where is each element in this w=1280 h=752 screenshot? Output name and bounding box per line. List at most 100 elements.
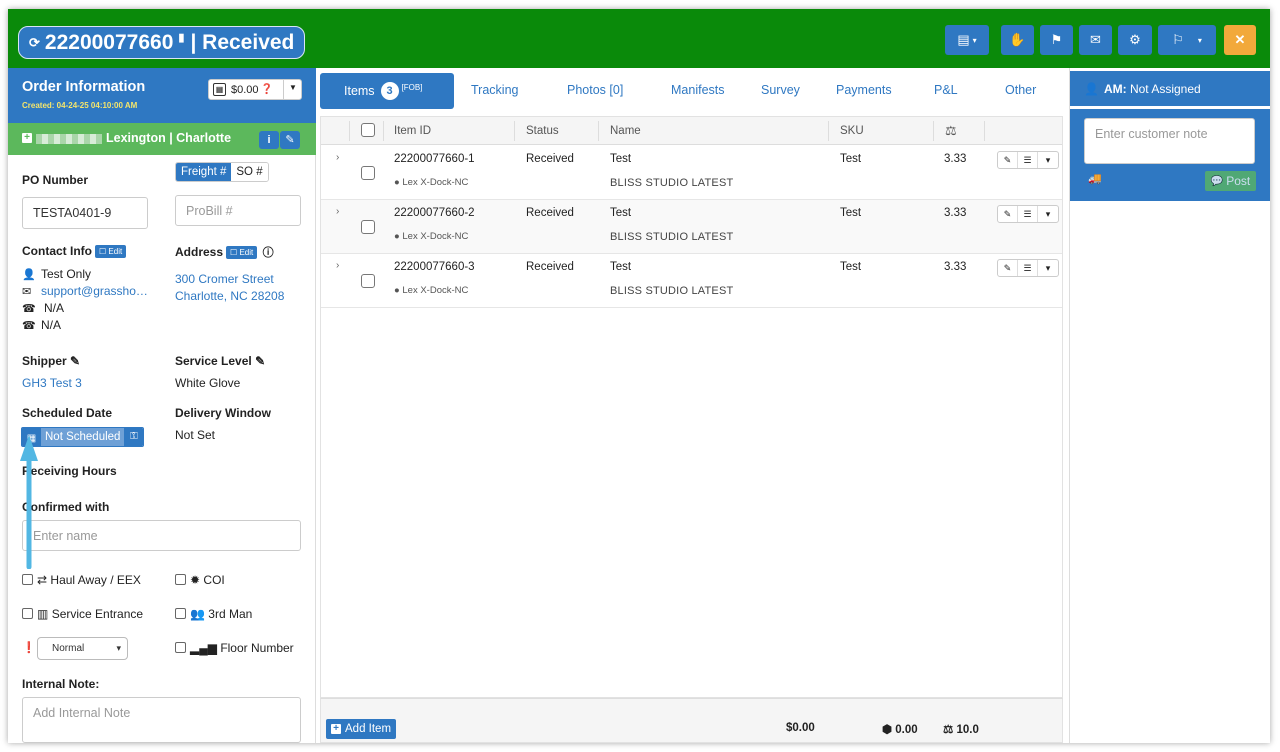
haul-away-checkbox[interactable] [22, 574, 33, 585]
phone1-value: N/A [44, 301, 65, 315]
row-checkbox[interactable] [361, 220, 375, 234]
table-row[interactable]: › 22200077660-1 ● Lex X-Dock-NC Received… [321, 146, 1062, 200]
post-button[interactable]: 💬 Post [1205, 171, 1256, 191]
expand-row-icon[interactable]: › [336, 206, 339, 217]
phone1-row: ☎ N/A [22, 301, 64, 315]
document-dropdown-button[interactable]: ▤ ▾ [945, 25, 989, 55]
customer-note-input[interactable]: Enter customer note [1084, 118, 1255, 164]
account-manager-header: 👤 AM: Not Assigned [1070, 71, 1270, 106]
signal-icon: ▂▄▆ [190, 641, 217, 655]
tab-other[interactable]: Other [1005, 83, 1036, 97]
chevron-down-icon[interactable]: ▾ [1038, 152, 1058, 168]
chevron-down-icon: ▾ [972, 35, 977, 45]
edit-customer-button[interactable]: ✎ [280, 131, 300, 149]
order-info-title: Order Information [22, 79, 146, 95]
table-row[interactable]: › 22200077660-3 ● Lex X-Dock-NC Received… [321, 254, 1062, 308]
edit-icon[interactable]: ✎ [70, 354, 80, 368]
priority-value: Normal [52, 643, 85, 654]
expand-row-icon[interactable]: › [336, 152, 339, 163]
item-description: BLISS STUDIO LATEST [610, 285, 734, 297]
map-marker-icon: ● [394, 231, 400, 242]
item-sku: Test [840, 261, 862, 273]
key-icon[interactable]: ⚿ [124, 428, 144, 446]
edit-icon[interactable]: ✎ [998, 206, 1018, 222]
map-marker-icon: ● [394, 177, 400, 188]
row-actions[interactable]: ✎ ☰ ▾ [997, 259, 1059, 277]
edit-contact-button[interactable]: ☐ Edit [95, 245, 127, 259]
edit-icon[interactable]: ✎ [998, 260, 1018, 276]
internal-note-textarea[interactable]: Add Internal Note [22, 697, 301, 743]
truck-icon[interactable]: 🚚 [1088, 172, 1102, 185]
row-actions[interactable]: ✎ ☰ ▾ [997, 151, 1059, 169]
service-entrance-checkbox[interactable] [22, 608, 33, 619]
row-checkbox[interactable] [361, 166, 375, 180]
item-weight: 3.33 [944, 261, 967, 273]
close-button[interactable]: ✕ [1224, 25, 1256, 55]
freight-so-toggle[interactable]: Freight # SO # [175, 162, 269, 182]
coi-label: ✹ COI [190, 573, 225, 587]
column-item-id[interactable]: Item ID [394, 125, 431, 137]
table-footer: + Add Item $0.00 ⬢ 0.00 ⚖ 10.0 [320, 698, 1063, 743]
po-number-input[interactable]: TESTA0401-9 [22, 197, 148, 229]
flag-button[interactable]: ⚑ [1040, 25, 1073, 55]
item-location: ● Lex X-Dock-NC [394, 285, 469, 296]
list-icon[interactable]: ☰ [1018, 260, 1038, 276]
email-button[interactable]: ✉ [1079, 25, 1112, 55]
expand-row-icon[interactable]: › [336, 260, 339, 271]
row-checkbox[interactable] [361, 274, 375, 288]
amount-value: $0.00 [231, 83, 259, 96]
address-line2[interactable]: Charlotte, NC 28208 [175, 289, 284, 303]
total-weight: ⚖ 10.0 [943, 724, 979, 736]
list-icon[interactable]: ☰ [1018, 206, 1038, 222]
table-row[interactable]: › 22200077660-2 ● Lex X-Dock-NC Received… [321, 200, 1062, 254]
column-status[interactable]: Status [526, 125, 559, 137]
third-man-label: 👥 3rd Man [190, 607, 253, 621]
address-line1[interactable]: 300 Cromer Street [175, 272, 274, 286]
probill-input[interactable]: ProBill # [175, 195, 301, 226]
so-toggle[interactable]: SO # [231, 163, 268, 181]
chevron-down-icon: ▼ [289, 83, 297, 92]
shipper-value[interactable]: GH3 Test 3 [22, 376, 82, 390]
row-actions[interactable]: ✎ ☰ ▾ [997, 205, 1059, 223]
balance-scale-icon[interactable]: ⚖ [945, 123, 957, 139]
settings-button[interactable]: ⚙ [1118, 25, 1152, 55]
gear-icon: ⚙ [1129, 32, 1141, 47]
order-status-pill[interactable]: ⟳ 22200077660 ▮ | Received [18, 26, 306, 59]
sync-icon[interactable]: ⟳ [29, 35, 40, 51]
tab-items[interactable]: Items 3 [FOB] [320, 73, 454, 109]
amount-dropdown[interactable]: ▦ $0.00 ❓ ▼ [208, 79, 302, 100]
add-item-button[interactable]: + Add Item [326, 719, 397, 739]
column-name[interactable]: Name [610, 125, 641, 137]
copy-icon[interactable]: ▮ [178, 31, 184, 44]
expand-icon[interactable]: + [22, 133, 32, 143]
contact-email[interactable]: support@grassho… [41, 284, 148, 298]
chevron-down-icon[interactable]: ▾ [1038, 206, 1058, 222]
edit-address-button[interactable]: ☐ Edit [226, 246, 258, 260]
phone2-value: N/A [41, 318, 62, 332]
hand-button[interactable]: ✋ [1001, 25, 1034, 55]
confirmed-with-input[interactable]: Enter name [22, 520, 301, 551]
workflow-dropdown-button[interactable]: ⚐ ▾ [1158, 25, 1216, 55]
tab-photos[interactable]: Photos [0] [567, 83, 623, 97]
third-man-checkbox[interactable] [175, 608, 186, 619]
order-info-header: Order Information Created: 04-24-25 04:1… [8, 68, 316, 123]
tab-tracking[interactable]: Tracking [471, 83, 518, 97]
floor-number-checkbox[interactable] [175, 642, 186, 653]
tab-pl[interactable]: P&L [934, 83, 958, 97]
chevron-down-icon[interactable]: ▾ [1038, 260, 1058, 276]
tab-payments[interactable]: Payments [836, 83, 892, 97]
select-all-checkbox[interactable] [361, 123, 375, 137]
info-button[interactable]: i [259, 131, 279, 149]
tab-survey[interactable]: Survey [761, 83, 800, 97]
column-sku[interactable]: SKU [840, 125, 864, 137]
items-table: Item ID Status Name SKU ⚖ › 22200077660-… [320, 116, 1063, 698]
tab-manifests[interactable]: Manifests [671, 83, 725, 97]
freight-toggle[interactable]: Freight # [176, 163, 232, 181]
order-status: | Received [190, 30, 295, 54]
edit-icon[interactable]: ✎ [255, 354, 265, 368]
list-icon[interactable]: ☰ [1018, 152, 1038, 168]
coi-checkbox[interactable] [175, 574, 186, 585]
account-manager-value: Not Assigned [1129, 81, 1201, 96]
edit-icon[interactable]: ✎ [998, 152, 1018, 168]
priority-select[interactable]: Normal ▾ [37, 637, 128, 660]
